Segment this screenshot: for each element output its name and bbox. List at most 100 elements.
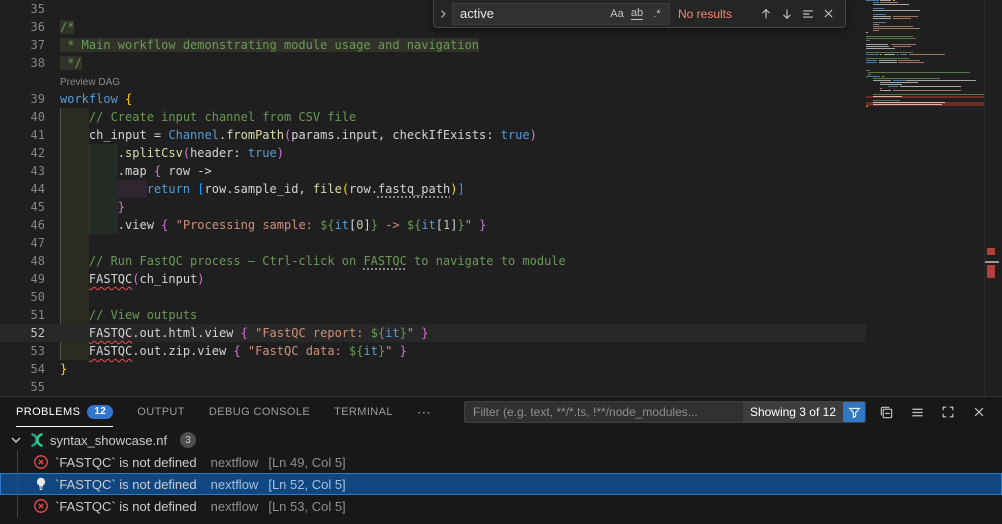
codelens-row[interactable]: Preview DAG xyxy=(0,72,866,90)
overview-ruler[interactable] xyxy=(984,0,1002,396)
tab-problems[interactable]: PROBLEMS12 xyxy=(16,397,113,427)
code-line[interactable]: 51 // View outputs xyxy=(0,306,866,324)
minimap-code-line xyxy=(866,62,877,63)
more-tabs-icon[interactable]: ⋯ xyxy=(417,404,433,421)
code-line[interactable]: 48 // Run FastQC process – Ctrl-click on… xyxy=(0,252,866,270)
code-line[interactable]: 52 FASTQC.out.html.view { "FastQC report… xyxy=(0,324,866,342)
close-find-icon[interactable] xyxy=(818,3,839,24)
code-line[interactable]: 55 xyxy=(0,378,866,396)
problem-row[interactable]: `FASTQC` is not definednextflow[Ln 53, C… xyxy=(0,495,1002,517)
minimap-code-line xyxy=(900,86,961,87)
problem-row[interactable]: `FASTQC` is not definednextflow[Ln 52, C… xyxy=(0,473,1002,495)
regex-icon[interactable]: .* xyxy=(647,5,667,23)
code-token: ${ xyxy=(349,344,363,358)
code-line[interactable]: 49 FASTQC(ch_input) xyxy=(0,270,866,288)
code-line-content: FASTQC.out.zip.view { "FastQC data: ${it… xyxy=(60,342,407,360)
minimap-code-line xyxy=(873,80,891,81)
code-token: ) xyxy=(277,146,284,160)
problem-message: `FASTQC` is not defined xyxy=(55,455,197,470)
code-line-content: /* xyxy=(60,18,74,36)
code-line[interactable]: 53 FASTQC.out.zip.view { "FastQC data: $… xyxy=(0,342,866,360)
minimap-code-line xyxy=(880,2,898,3)
find-input[interactable]: active Aa ab .* xyxy=(452,3,670,25)
maximize-panel-icon[interactable] xyxy=(937,401,959,423)
chevron-down-icon[interactable] xyxy=(8,432,24,448)
problems-filter-input[interactable]: Filter (e.g. text, **/*.ts, !**/node_mod… xyxy=(464,401,866,423)
toggle-replace-icon[interactable] xyxy=(436,3,450,25)
line-number: 37 xyxy=(0,36,45,54)
minimap-code-line xyxy=(888,86,899,87)
code-line[interactable]: 46 .view { "Processing sample: ${it[0]} … xyxy=(0,216,866,234)
code-token: ${ xyxy=(320,218,334,232)
code-token: row.sample_id, xyxy=(205,182,313,196)
minimap-code-line xyxy=(897,54,899,55)
code-line[interactable]: 47 xyxy=(0,234,866,252)
problem-row[interactable]: `FASTQC` is not definednextflow[Ln 49, C… xyxy=(0,451,1002,473)
find-previous-icon[interactable] xyxy=(755,3,776,24)
filter-placeholder: Filter (e.g. text, **/*.ts, !**/node_mod… xyxy=(473,405,743,419)
minimap-code-line xyxy=(893,16,918,17)
minimap-code-line xyxy=(873,94,985,95)
code-line-content: * Main workflow demonstrating module usa… xyxy=(60,36,479,54)
code-token: return xyxy=(147,182,190,196)
code-line[interactable]: 45 } xyxy=(0,198,866,216)
codelens-preview-dag[interactable]: Preview DAG xyxy=(60,77,120,88)
code-line-content: FASTQC(ch_input) xyxy=(60,270,205,288)
line-number: 40 xyxy=(0,108,45,126)
problem-source: nextflow xyxy=(211,455,259,470)
code-line[interactable]: 39workflow { xyxy=(0,90,866,108)
minimap-code-line xyxy=(866,76,880,77)
filter-funnel-icon[interactable] xyxy=(843,401,865,423)
code-line-content: // Create input channel from CSV file xyxy=(60,108,356,126)
code-line[interactable]: 43 .map { row -> xyxy=(0,162,866,180)
line-number: 50 xyxy=(0,288,45,306)
close-panel-icon[interactable] xyxy=(968,401,990,423)
tab-terminal[interactable]: TERMINAL xyxy=(334,397,393,427)
code-token: ( xyxy=(183,146,190,160)
minimap-code-line xyxy=(893,46,911,47)
code-token: ch_input = xyxy=(60,128,168,142)
code-token: params.input, checkIfExists: xyxy=(291,128,501,142)
find-in-selection-icon[interactable] xyxy=(797,3,818,24)
panel-actions: Filter (e.g. text, **/*.ts, !**/node_mod… xyxy=(464,401,990,423)
code-line-content: // View outputs xyxy=(60,306,197,324)
code-line[interactable]: 42 .splitCsv(header: true) xyxy=(0,144,866,162)
whole-word-icon[interactable]: ab xyxy=(627,5,647,23)
code-lines[interactable]: 3536/*37 * Main workflow demonstrating m… xyxy=(0,0,866,396)
tab-debug-console[interactable]: DEBUG CONSOLE xyxy=(209,397,310,427)
view-as-table-icon[interactable] xyxy=(906,401,928,423)
code-line-content: FASTQC.out.html.view { "FastQC report: $… xyxy=(60,324,429,342)
minimap-code-line xyxy=(866,32,868,33)
line-number: 44 xyxy=(0,180,45,198)
code-token: } xyxy=(400,326,407,340)
tab-output[interactable]: OUTPUT xyxy=(137,397,185,427)
match-case-icon[interactable]: Aa xyxy=(607,5,627,23)
code-line[interactable]: 41 ch_input = Channel.fromPath(params.in… xyxy=(0,126,866,144)
code-line[interactable]: 38 */ xyxy=(0,54,866,72)
find-next-icon[interactable] xyxy=(776,3,797,24)
line-number: 39 xyxy=(0,90,45,108)
code-line[interactable]: 54} xyxy=(0,360,866,378)
collapse-all-icon[interactable] xyxy=(875,401,897,423)
tab-label: TERMINAL xyxy=(334,406,393,418)
code-token: true xyxy=(501,128,530,142)
minimap-code-line xyxy=(879,62,897,63)
code-line-content: Preview DAG xyxy=(60,72,120,92)
find-query-text[interactable]: active xyxy=(460,6,607,21)
code-line[interactable]: 44 return [row.sample_id, file(row.fastq… xyxy=(0,180,866,198)
minimap-code-line xyxy=(879,60,897,61)
minimap-code-line xyxy=(873,104,941,105)
minimap-code-line xyxy=(873,28,920,29)
code-line[interactable]: 40 // Create input channel from CSV file xyxy=(0,108,866,126)
code-line[interactable]: 50 xyxy=(0,288,866,306)
minimap-code-line xyxy=(866,60,877,61)
minimap-code-line xyxy=(873,10,920,11)
problems-file-row[interactable]: syntax_showcase.nf 3 xyxy=(0,429,1002,451)
minimap-code-line xyxy=(873,78,940,79)
minimap-code-line xyxy=(873,16,891,17)
editor[interactable]: 3536/*37 * Main workflow demonstrating m… xyxy=(0,0,1002,396)
minimap-code-line xyxy=(893,18,911,19)
minimap[interactable] xyxy=(866,0,984,396)
code-line[interactable]: 37 * Main workflow demonstrating module … xyxy=(0,36,866,54)
error-icon xyxy=(33,498,49,514)
